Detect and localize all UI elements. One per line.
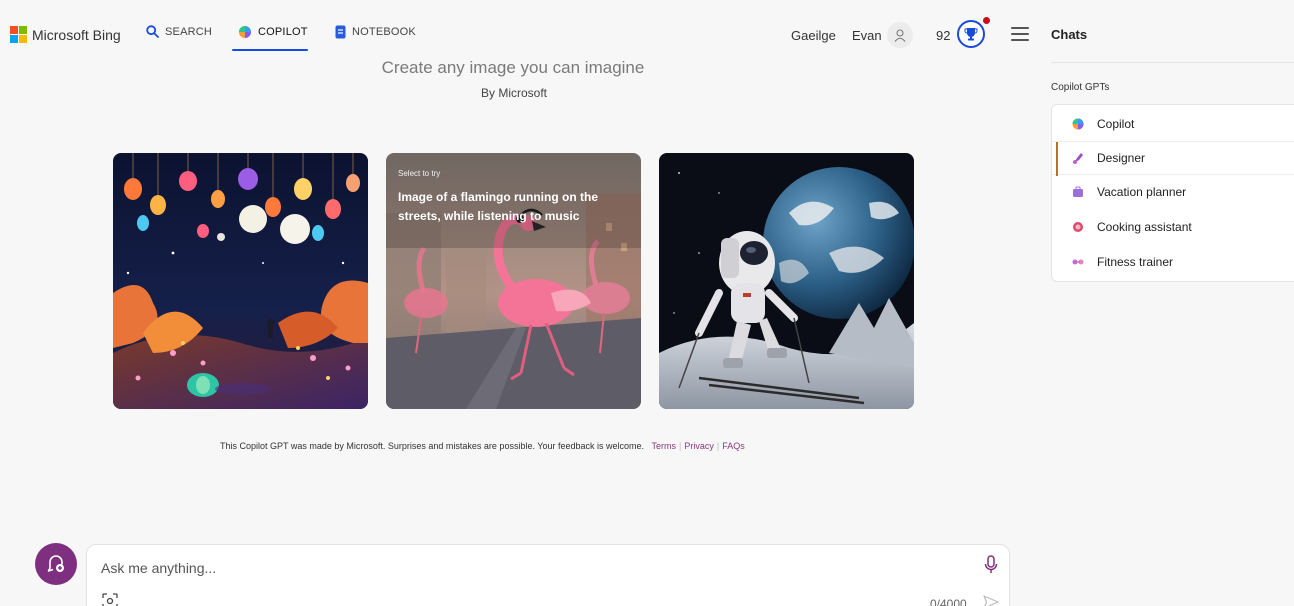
microsoft-bing-logo[interactable]: Microsoft Bing bbox=[10, 26, 121, 43]
gpt-item-label: Fitness trainer bbox=[1097, 255, 1174, 269]
tab-copilot[interactable]: COPILOT bbox=[238, 25, 308, 39]
cooking-icon bbox=[1073, 222, 1083, 232]
gpt-item-label: Cooking assistant bbox=[1097, 220, 1192, 234]
new-topic-button[interactable] bbox=[35, 543, 77, 585]
tab-search-label: SEARCH bbox=[165, 25, 213, 38]
language-switch-link[interactable]: Gaeilge bbox=[791, 28, 836, 43]
copilot-icon bbox=[239, 26, 251, 38]
send-icon[interactable] bbox=[983, 595, 999, 606]
tab-notebook-label: NOTEBOOK bbox=[352, 26, 416, 38]
microsoft-logo-icon bbox=[10, 26, 27, 43]
astronaut-skiing-image bbox=[659, 153, 914, 409]
gpt-item-designer[interactable]: Designer bbox=[1052, 141, 1294, 176]
copilot-icon bbox=[1072, 118, 1084, 130]
tab-search[interactable]: SEARCH bbox=[146, 25, 212, 38]
card-prompt-text: Image of a flamingo running on the stree… bbox=[398, 190, 598, 223]
gpt-item-label: Copilot bbox=[1097, 117, 1135, 131]
faqs-link[interactable]: FAQs bbox=[722, 441, 745, 451]
suitcase-icon bbox=[1073, 186, 1083, 197]
example-image-card-astronaut[interactable] bbox=[659, 153, 914, 409]
tab-copilot-label: COPILOT bbox=[258, 26, 308, 38]
gpt-item-fitness-trainer[interactable]: Fitness trainer bbox=[1052, 245, 1294, 279]
gpt-item-label: Vacation planner bbox=[1097, 185, 1187, 199]
microphone-icon[interactable] bbox=[983, 555, 999, 575]
new-chat-icon bbox=[47, 555, 64, 572]
disclaimer-text: This Copilot GPT was made by Microsoft. … bbox=[220, 441, 745, 451]
panel-title: Chats bbox=[1051, 27, 1088, 42]
tab-notebook[interactable]: NOTEBOOK bbox=[335, 25, 416, 39]
profile-avatar[interactable] bbox=[887, 22, 913, 48]
privacy-link[interactable]: Privacy bbox=[684, 441, 714, 451]
user-name[interactable]: Evan bbox=[852, 28, 882, 43]
visual-search-icon[interactable] bbox=[102, 593, 118, 606]
gpt-item-cooking-assistant[interactable]: Cooking assistant bbox=[1052, 210, 1294, 244]
gpt-item-vacation-planner[interactable]: Vacation planner bbox=[1052, 175, 1294, 209]
gpt-item-copilot[interactable]: Copilot bbox=[1052, 107, 1294, 141]
disclaimer-message: This Copilot GPT was made by Microsoft. … bbox=[220, 441, 645, 451]
chat-input[interactable] bbox=[101, 557, 961, 579]
page-subtitle: By Microsoft bbox=[480, 86, 547, 100]
hamburger-menu-icon[interactable] bbox=[1011, 27, 1029, 41]
example-image-card-flamingo[interactable]: Select to try Image of a flamingo runnin… bbox=[386, 153, 641, 409]
page-title: Create any image you can imagine bbox=[381, 58, 645, 77]
card-select-hint: Select to try bbox=[398, 169, 441, 178]
gpt-item-label: Designer bbox=[1097, 151, 1146, 165]
active-tab-indicator bbox=[232, 49, 308, 51]
reward-points-count[interactable]: 92 bbox=[936, 28, 950, 43]
example-image-card-fantasy[interactable] bbox=[113, 153, 368, 409]
panel-divider bbox=[1051, 62, 1294, 63]
rewards-button[interactable] bbox=[957, 20, 985, 48]
search-icon bbox=[146, 25, 159, 38]
terms-link[interactable]: Terms bbox=[652, 441, 677, 451]
fantasy-lanterns-image bbox=[113, 153, 368, 409]
copilot-gpts-list: Copilot Designer Vacation planner Cookin… bbox=[1051, 104, 1294, 282]
designer-icon bbox=[1073, 153, 1083, 164]
trophy-icon bbox=[964, 28, 978, 41]
chats-side-panel: Chats Copilot GPTs Copilot Designer Vaca… bbox=[1040, 0, 1294, 606]
notification-dot bbox=[983, 17, 990, 24]
notebook-icon bbox=[335, 25, 346, 39]
user-icon bbox=[894, 28, 906, 42]
character-counter: 0/4000 bbox=[930, 597, 967, 606]
chat-composer: 0/4000 bbox=[86, 544, 1010, 606]
copilot-gpts-heading: Copilot GPTs bbox=[1051, 82, 1110, 93]
top-navigation-bar: Microsoft Bing SEARCH COPILOT NOTEBOOK G… bbox=[0, 0, 1040, 62]
dumbbell-icon bbox=[1072, 259, 1084, 265]
brand-name: Microsoft Bing bbox=[32, 26, 121, 43]
